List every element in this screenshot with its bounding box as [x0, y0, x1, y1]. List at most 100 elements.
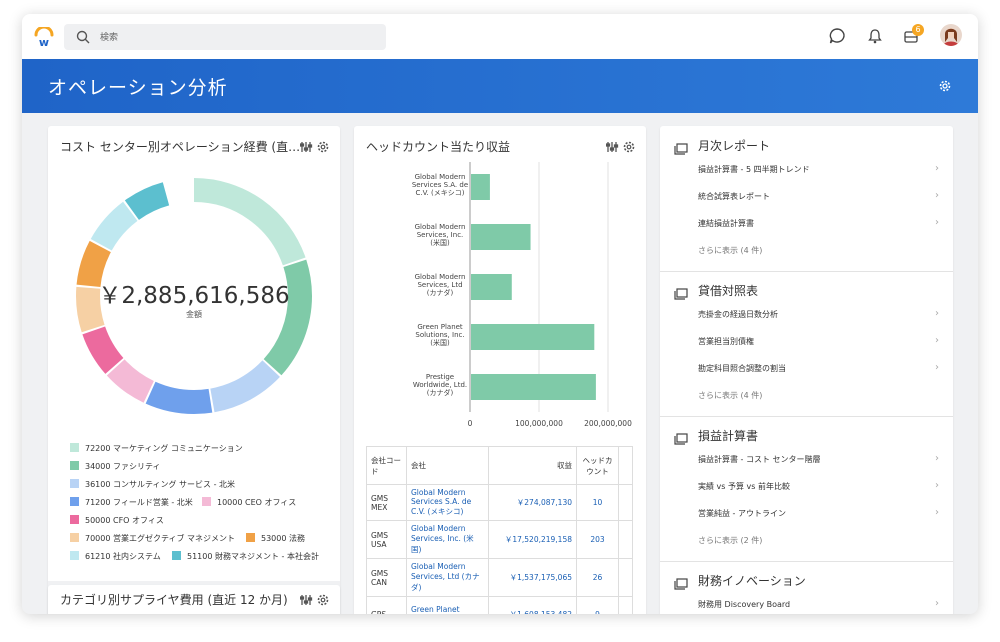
legend-label: 70000 営業エグゼクティブ マネジメント [85, 534, 236, 543]
report-link[interactable]: 実績 vs 予算 vs 前年比較 [698, 481, 790, 492]
legend-swatch [202, 497, 211, 506]
search-placeholder: 検索 [100, 33, 119, 43]
report-link[interactable]: 連結損益計算書 [698, 218, 754, 229]
cell-revenue-link[interactable]: ￥274,087,130 [488, 484, 577, 521]
cell-headcount-link[interactable]: 203 [576, 520, 619, 559]
cell-empty [618, 596, 633, 614]
col-header-headcount[interactable]: ヘッドカウント [576, 446, 619, 485]
legend-swatch [70, 515, 79, 524]
cell-company-link[interactable]: Global Modern Services, Ltd (カナダ) [406, 558, 489, 597]
legend-swatch [70, 443, 79, 452]
app-window: w 検索 6 オペレーション分析 コスト センター別オペレーション経費 (直… … [22, 14, 978, 614]
cell-revenue-link[interactable]: ￥17,520,219,158 [488, 520, 577, 559]
x-tick-label: 100,000,000 [515, 419, 563, 428]
legend-label: 53000 法務 [261, 534, 305, 543]
show-more-link[interactable]: さらに表示 (4 件) [698, 245, 762, 256]
legend-item[interactable]: 72200 マーケティング コミュニケーション [70, 443, 243, 454]
show-more-link[interactable]: さらに表示 (2 件) [698, 535, 762, 546]
legend-item[interactable]: 61210 社内システム [70, 551, 161, 562]
cell-code: GPS [366, 596, 407, 614]
legend-swatch [70, 551, 79, 560]
card-tools [299, 592, 330, 611]
chevron-right-icon[interactable]: › [935, 453, 939, 464]
cell-headcount-link[interactable]: 10 [576, 484, 619, 521]
y-category-label: Services S.A. de [412, 181, 468, 189]
report-link[interactable]: 営業純益 - アウトライン [698, 508, 786, 519]
report-folder-icon [674, 285, 688, 304]
legend-label: 51100 財務マネジメント - 本社会計 [187, 552, 319, 561]
workday-logo[interactable]: w [34, 25, 54, 49]
cell-revenue-link[interactable]: ￥1,608,153,482 [488, 596, 577, 614]
report-link[interactable]: 損益計算書 - 5 四半期トレンド [698, 164, 810, 175]
report-link[interactable]: 売掛金の経過日数分析 [698, 309, 778, 320]
cell-company-link[interactable]: Global Modern Services, Inc. (米国) [406, 520, 489, 559]
bar[interactable] [471, 274, 512, 300]
chat-icon[interactable] [828, 27, 848, 47]
report-section-title: 貸借対照表 [698, 284, 759, 298]
bar-chart: 0 100,000,000 200,000,000Global ModernServ… [412, 162, 632, 428]
chevron-right-icon[interactable]: › [935, 217, 939, 228]
col-header-company[interactable]: 会社 [406, 446, 489, 485]
chevron-right-icon[interactable]: › [935, 507, 939, 518]
cell-company-link[interactable]: Green Planet Solutions, Inc. (米 [406, 596, 489, 614]
chevron-right-icon[interactable]: › [935, 335, 939, 346]
legend-item[interactable]: 70000 営業エグゼクティブ マネジメント [70, 533, 235, 544]
chevron-right-icon[interactable]: › [935, 190, 939, 201]
col-header-revenue[interactable]: 収益 [488, 446, 577, 485]
legend-swatch [70, 533, 79, 542]
bar[interactable] [471, 324, 595, 350]
legend-label: 50000 CFO オフィス [85, 516, 164, 525]
search-input[interactable]: 検索 [64, 24, 386, 50]
cell-headcount-link[interactable]: 9 [576, 596, 619, 614]
bell-icon[interactable] [866, 27, 886, 47]
chevron-right-icon[interactable]: › [935, 308, 939, 319]
gear-icon[interactable] [938, 78, 952, 97]
report-link[interactable]: 財務用 Discovery Board [698, 599, 790, 610]
supplier-card: カテゴリ別サプライヤ費用 (直近 12 か月) [48, 585, 340, 614]
report-link[interactable]: 営業担当別債権 [698, 336, 754, 347]
legend-item[interactable]: 53000 法務 [246, 533, 305, 544]
card-tools [299, 139, 330, 158]
legend-item[interactable]: 36100 コンサルティング サービス - 北米 [70, 479, 235, 490]
legend-item[interactable]: 50000 CFO オフィス [70, 515, 164, 526]
report-link[interactable]: 統合試算表レポート [698, 191, 770, 202]
search-icon [76, 29, 90, 48]
legend-item[interactable]: 71200 フィールド営業 - 北米 [70, 497, 193, 508]
legend-swatch [70, 461, 79, 470]
bar[interactable] [471, 224, 531, 250]
report-section-title: 財務イノベーション [698, 574, 806, 588]
show-more-link[interactable]: さらに表示 (4 件) [698, 390, 762, 401]
cell-headcount-link[interactable]: 26 [576, 558, 619, 597]
report-link[interactable]: 損益計算書 - コスト センター階層 [698, 454, 821, 465]
gear-icon [317, 141, 329, 153]
svg-text:w: w [39, 36, 49, 47]
legend-item[interactable]: 51100 財務マネジメント - 本社会計 [172, 551, 319, 562]
card-title: コスト センター別オペレーション経費 (直… [60, 140, 301, 154]
legend-label: 10000 CEO オフィス [217, 498, 297, 507]
chevron-right-icon[interactable]: › [935, 362, 939, 373]
report-section-title: 損益計算書 [698, 429, 759, 443]
y-category-label: Prestige [426, 373, 454, 381]
bar[interactable] [471, 374, 596, 400]
legend-label: 72200 マーケティング コミュニケーション [85, 444, 243, 453]
chevron-right-icon[interactable]: › [935, 163, 939, 174]
legend-item[interactable]: 10000 CEO オフィス [202, 497, 296, 508]
col-header-more [618, 446, 633, 485]
cell-company-link[interactable]: Global Modern Services S.A. de C.V. (メキシ… [406, 484, 489, 521]
chevron-right-icon[interactable]: › [935, 598, 939, 609]
cost-center-card: コスト センター別オペレーション経費 (直… ￥2,885,616,586 金額… [48, 126, 340, 614]
report-link[interactable]: 勘定科目照合調整の割当 [698, 363, 786, 374]
avatar[interactable] [940, 24, 962, 46]
y-category-label: Worldwide, Ltd. [413, 381, 467, 389]
legend-item[interactable]: 34000 ファシリティ [70, 461, 161, 472]
chevron-right-icon[interactable]: › [935, 480, 939, 491]
col-header-code[interactable]: 会社コード [366, 446, 407, 485]
cell-revenue-link[interactable]: ￥1,537,175,065 [488, 558, 577, 597]
report-section-title: 月次レポート [698, 139, 771, 153]
legend-swatch [70, 479, 79, 488]
bar[interactable] [471, 174, 490, 200]
y-category-label: (カナダ) [427, 388, 454, 397]
legend-label: 36100 コンサルティング サービス - 北米 [85, 480, 236, 489]
headcount-card: ヘッドカウント当たり収益 0 100,000,000 200,000,000 Glob… [354, 126, 646, 614]
card-title: カテゴリ別サプライヤ費用 (直近 12 か月) [60, 593, 288, 607]
